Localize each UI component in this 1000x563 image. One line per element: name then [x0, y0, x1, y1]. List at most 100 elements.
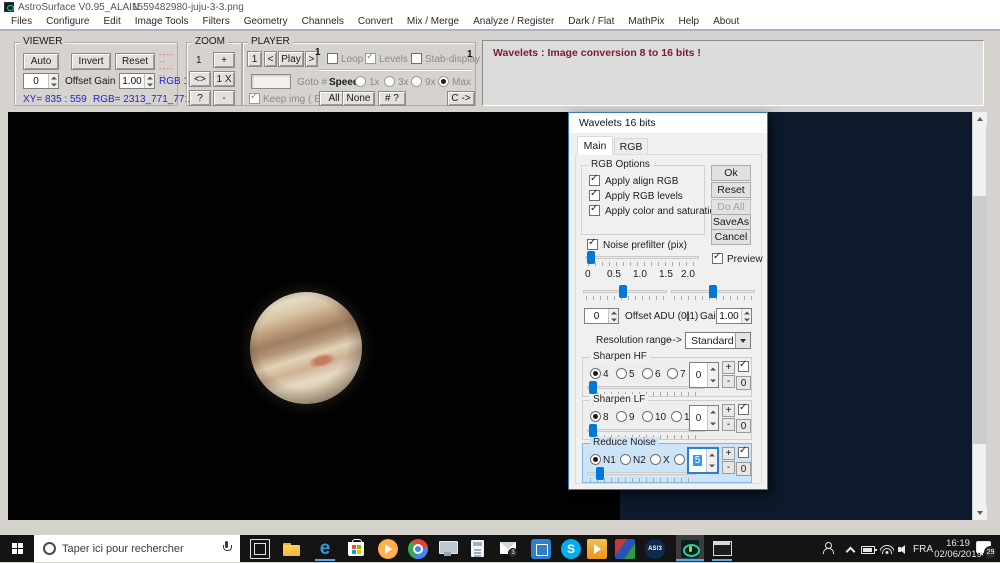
menu-analyze-register[interactable]: Analyze / Register [466, 16, 561, 27]
player-speed-9x-radio[interactable] [411, 76, 422, 87]
reduce-noise-zero-button[interactable]: 0 [736, 462, 751, 476]
player-levels-checkbox[interactable] [365, 53, 376, 64]
noise-prefilter-checkbox[interactable] [587, 239, 598, 250]
menu-edit[interactable]: Edit [96, 16, 127, 27]
reduce-noise-enable-checkbox[interactable] [738, 447, 749, 458]
white-level-slider-thumb[interactable] [709, 285, 717, 298]
reduce-noise-xx-radio[interactable] [674, 454, 685, 465]
video-app-icon[interactable] [587, 539, 607, 559]
zoom-fit-button[interactable]: <> [189, 71, 211, 87]
reduce-noise-minus-button[interactable]: - [722, 461, 735, 474]
registax-icon[interactable] [615, 539, 635, 559]
sharpen-lf-plus-button[interactable]: + [722, 404, 735, 417]
black-level-slider[interactable] [583, 286, 667, 300]
noise-prefilter-slider-thumb[interactable] [587, 251, 595, 264]
image-canvas[interactable] [8, 112, 620, 520]
media-player-icon[interactable] [378, 539, 398, 559]
menu-about[interactable]: About [706, 16, 746, 27]
sharpen-hf-arrows[interactable] [707, 363, 718, 387]
edge-browser-icon[interactable]: e [315, 539, 335, 559]
zoom-in-button[interactable]: + [213, 52, 235, 68]
zoom-help-button[interactable]: ? [189, 90, 211, 106]
reduce-noise-plus-button[interactable]: + [722, 447, 735, 460]
reduce-noise-arrows[interactable] [706, 449, 717, 472]
player-c-button[interactable]: C -> [447, 91, 475, 106]
sharpen-hf-zero-button[interactable]: 0 [736, 376, 751, 390]
resolution-range-dropdown[interactable]: Standard [685, 332, 751, 349]
offset-adu-spinner[interactable]: 0 [584, 308, 619, 324]
white-level-slider[interactable] [671, 286, 755, 300]
vertical-scrollbar[interactable] [972, 112, 986, 520]
player-stab-checkbox[interactable] [411, 53, 422, 64]
menu-help[interactable]: Help [672, 16, 707, 27]
menu-configure[interactable]: Configure [39, 16, 96, 27]
reduce-noise-n2-radio[interactable] [620, 454, 631, 465]
viewer-offset-arrows[interactable] [48, 74, 58, 88]
player-play-button[interactable]: Play [278, 51, 304, 67]
tab-main[interactable]: Main [577, 136, 613, 155]
player-position-track[interactable] [319, 69, 471, 71]
people-icon[interactable] [822, 542, 834, 554]
sharpen-lf-11-radio[interactable] [671, 411, 682, 422]
reduce-noise-x-radio[interactable] [650, 454, 661, 465]
sharpen-lf-8-radio[interactable] [590, 411, 601, 422]
console-window-icon[interactable] [712, 541, 732, 561]
sharpen-hf-spinner[interactable]: 0 [689, 362, 719, 388]
player-keepimg-checkbox[interactable] [249, 93, 260, 104]
zoom-out-button[interactable]: - [213, 90, 235, 106]
reduce-noise-slider[interactable] [587, 468, 697, 482]
dropdown-arrow-icon[interactable] [735, 333, 750, 348]
sharpen-hf-enable-checkbox[interactable] [738, 361, 749, 372]
player-loop-checkbox[interactable] [327, 53, 338, 64]
taskbar-search[interactable]: Taper ici pour rechercher [34, 535, 240, 562]
reduce-noise-n1-radio[interactable] [590, 454, 601, 465]
mail-icon[interactable]: 3 [499, 539, 519, 559]
menu-mix-merge[interactable]: Mix / Merge [400, 16, 466, 27]
gain-arrows[interactable] [741, 309, 751, 323]
sharpen-hf-6-radio[interactable] [642, 368, 653, 379]
sharpen-lf-arrows[interactable] [707, 406, 718, 430]
offset-adu-arrows[interactable] [608, 309, 618, 323]
player-none-button[interactable]: None [342, 91, 375, 106]
microsoft-store-icon[interactable] [348, 542, 364, 556]
battery-icon[interactable] [861, 546, 875, 554]
sharpen-lf-minus-button[interactable]: - [722, 418, 735, 431]
ok-button[interactable]: Ok [711, 165, 751, 181]
speaker-icon[interactable] [898, 545, 908, 554]
scroll-up-button[interactable] [973, 112, 987, 126]
sharpen-lf-enable-checkbox[interactable] [738, 404, 749, 415]
skype-icon[interactable]: S [561, 539, 581, 559]
sharpen-hf-slider-thumb[interactable] [589, 381, 597, 394]
tab-rgb[interactable]: RGB [614, 138, 648, 155]
wifi-icon[interactable] [880, 543, 894, 554]
player-speed-max-radio[interactable] [438, 76, 449, 87]
player-goto-input[interactable] [251, 74, 291, 89]
save-as-button[interactable]: SaveAs [711, 214, 751, 230]
autostakkert-icon[interactable]: AS!3 [645, 539, 665, 559]
menu-mathpix[interactable]: MathPix [621, 16, 671, 27]
player-hash-button[interactable]: # ? [378, 91, 406, 106]
sharpen-hf-5-radio[interactable] [616, 368, 627, 379]
noise-prefilter-slider[interactable] [585, 252, 699, 266]
cancel-button[interactable]: Cancel [711, 229, 751, 245]
file-explorer-icon[interactable] [283, 543, 303, 563]
viewer-gain-spinner[interactable]: 1.00 [119, 73, 155, 89]
apply-color-saturation-checkbox[interactable] [589, 205, 600, 216]
viewer-invert-button[interactable]: Invert [71, 53, 111, 70]
sharpen-hf-plus-button[interactable]: + [722, 361, 735, 374]
zoom-1x-button[interactable]: 1 X [213, 71, 235, 87]
sharpen-lf-10-radio[interactable] [642, 411, 653, 422]
scrollbar-thumb[interactable] [973, 196, 987, 444]
gain-spinner[interactable]: 1.00 [716, 308, 752, 324]
menu-files[interactable]: Files [4, 16, 39, 27]
screen-capture-icon[interactable] [531, 539, 551, 559]
menu-geometry[interactable]: Geometry [237, 16, 295, 27]
start-button[interactable] [0, 535, 34, 562]
menu-filters[interactable]: Filters [195, 16, 236, 27]
player-speed-3x-radio[interactable] [384, 76, 395, 87]
viewer-auto-button[interactable]: Auto [23, 53, 59, 70]
sharpen-lf-slider-thumb[interactable] [589, 424, 597, 437]
window-titlebar[interactable]: AstroSurface V0.95_ALAIN 1559482980-juju… [0, 0, 1000, 14]
do-all-button[interactable]: Do All [711, 199, 751, 215]
black-level-slider-thumb[interactable] [619, 285, 627, 298]
